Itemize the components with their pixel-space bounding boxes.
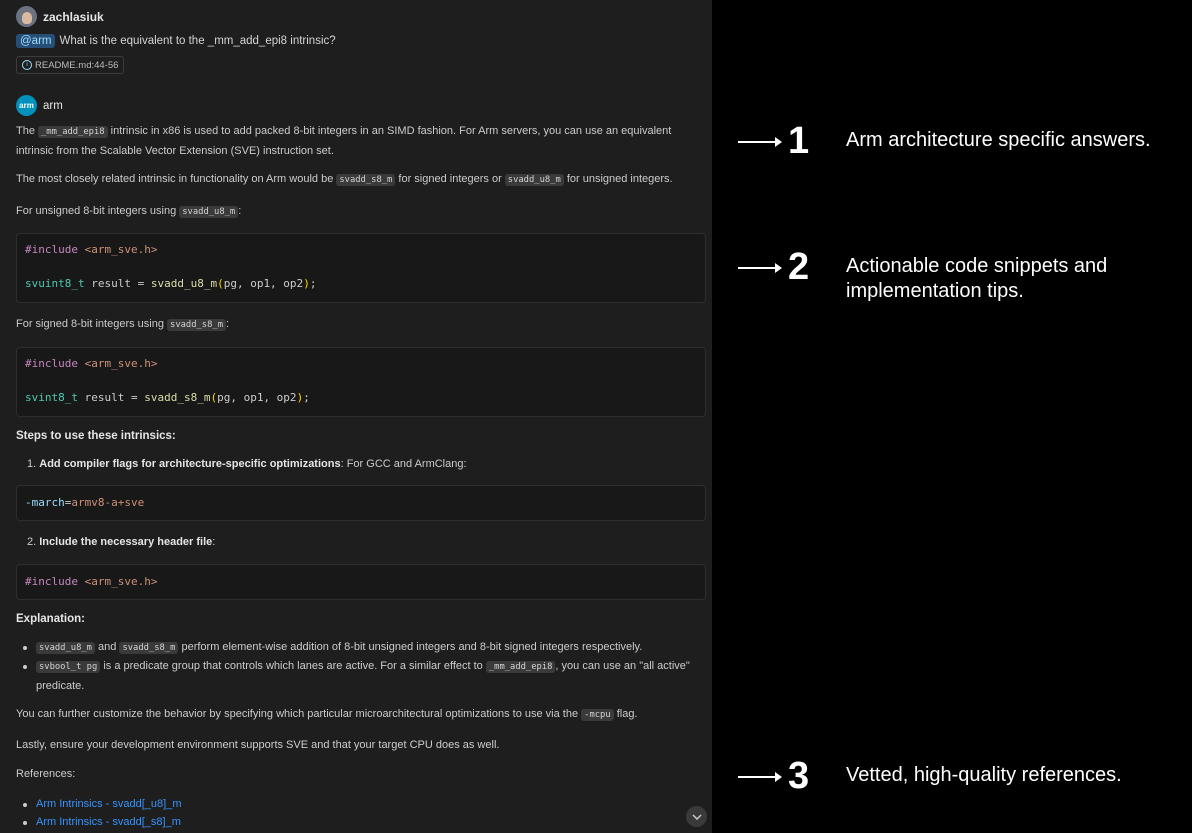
annotation-text-1: Arm architecture specific answers. bbox=[846, 129, 1151, 151]
answer-paragraph-4: For signed 8-bit integers using svadd_s8… bbox=[16, 318, 230, 331]
bullet-dot bbox=[23, 665, 27, 669]
bullet-dot bbox=[23, 646, 27, 650]
annotation-number: 3 bbox=[788, 755, 810, 797]
user-avatar bbox=[16, 6, 37, 27]
mention-chip[interactable]: @arm bbox=[16, 34, 56, 48]
inline-code: svadd_s8_m bbox=[167, 319, 226, 331]
code-block-unsigned[interactable]: #include <arm_sve.h> svuint8_t result = … bbox=[16, 233, 706, 303]
inline-code: -mcpu bbox=[581, 709, 614, 721]
step-2: 2. Include the necessary header file: bbox=[27, 536, 216, 548]
annotation-2: 2 bbox=[738, 246, 828, 289]
annotation-1: 1 bbox=[738, 120, 828, 163]
reference-link-2[interactable]: Arm Intrinsics - svadd[_s8]_m bbox=[36, 813, 181, 832]
annotation-3: 3 bbox=[738, 755, 828, 798]
annotation-number: 1 bbox=[788, 120, 810, 162]
arm-logo: arm bbox=[16, 95, 37, 116]
file-reference-chip[interactable]: i README.md:44-56 bbox=[16, 56, 125, 74]
answer-paragraph-3: For unsigned 8-bit integers using svadd_… bbox=[16, 205, 242, 218]
inline-code: _mm_add_epi8 bbox=[38, 126, 108, 138]
user-header: zachlasiuk bbox=[16, 6, 104, 27]
info-icon: i bbox=[22, 60, 32, 70]
chevron-down-icon bbox=[691, 813, 702, 820]
question-text: What is the equivalent to the _mm_add_ep… bbox=[59, 35, 336, 47]
bullet-dot bbox=[23, 821, 27, 825]
assistant-header: arm arm bbox=[16, 95, 63, 116]
steps-heading: Steps to use these intrinsics: bbox=[16, 430, 176, 442]
scroll-down-button[interactable] bbox=[686, 806, 707, 827]
inline-code: svadd_u8_m bbox=[179, 206, 239, 218]
annotation-text-2: Actionable code snippets and implementat… bbox=[846, 255, 1108, 302]
arrow-icon bbox=[738, 771, 782, 782]
answer-paragraph-6: Lastly, ensure your development environm… bbox=[16, 739, 500, 751]
explanation-heading: Explanation: bbox=[16, 613, 86, 625]
references-heading: References: bbox=[16, 768, 76, 780]
assistant-name: arm bbox=[43, 99, 63, 112]
explanation-item-2: svbool_t pg is a predicate group that co… bbox=[36, 660, 690, 692]
reference-link-1[interactable]: Arm Intrinsics - svadd[_u8]_m bbox=[36, 795, 182, 814]
explanation-item-1: svadd_u8_m and svadd_s8_m perform elemen… bbox=[36, 638, 706, 658]
file-reference-label: README.md:44-56 bbox=[35, 59, 119, 71]
arrow-icon bbox=[738, 136, 782, 147]
code-block-signed[interactable]: #include <arm_sve.h> svint8_t result = s… bbox=[16, 347, 706, 417]
bullet-dot bbox=[23, 803, 27, 807]
user-question: @arm What is the equivalent to the _mm_a… bbox=[16, 34, 336, 48]
code-block-header[interactable]: #include <arm_sve.h> bbox=[16, 564, 706, 600]
inline-code: svadd_s8_m bbox=[336, 174, 396, 186]
annotation-text-3: Vetted, high-quality references. bbox=[846, 764, 1122, 786]
user-name: zachlasiuk bbox=[43, 9, 104, 24]
answer-paragraph-1: The _mm_add_epi8 intrinsic in x86 is use… bbox=[16, 125, 672, 157]
chat-panel: zachlasiuk @arm What is the equivalent t… bbox=[0, 0, 712, 833]
inline-code: svadd_u8_m bbox=[504, 174, 564, 186]
step-1: 1. Add compiler flags for architecture-s… bbox=[27, 458, 467, 470]
code-block-flags[interactable]: -march=armv8-a+sve bbox=[16, 485, 706, 521]
answer-paragraph-5: You can further customize the behavior b… bbox=[16, 708, 638, 721]
annotation-number: 2 bbox=[788, 246, 810, 288]
answer-paragraph-2: The most closely related intrinsic in fu… bbox=[16, 173, 673, 186]
arrow-icon bbox=[738, 262, 782, 273]
